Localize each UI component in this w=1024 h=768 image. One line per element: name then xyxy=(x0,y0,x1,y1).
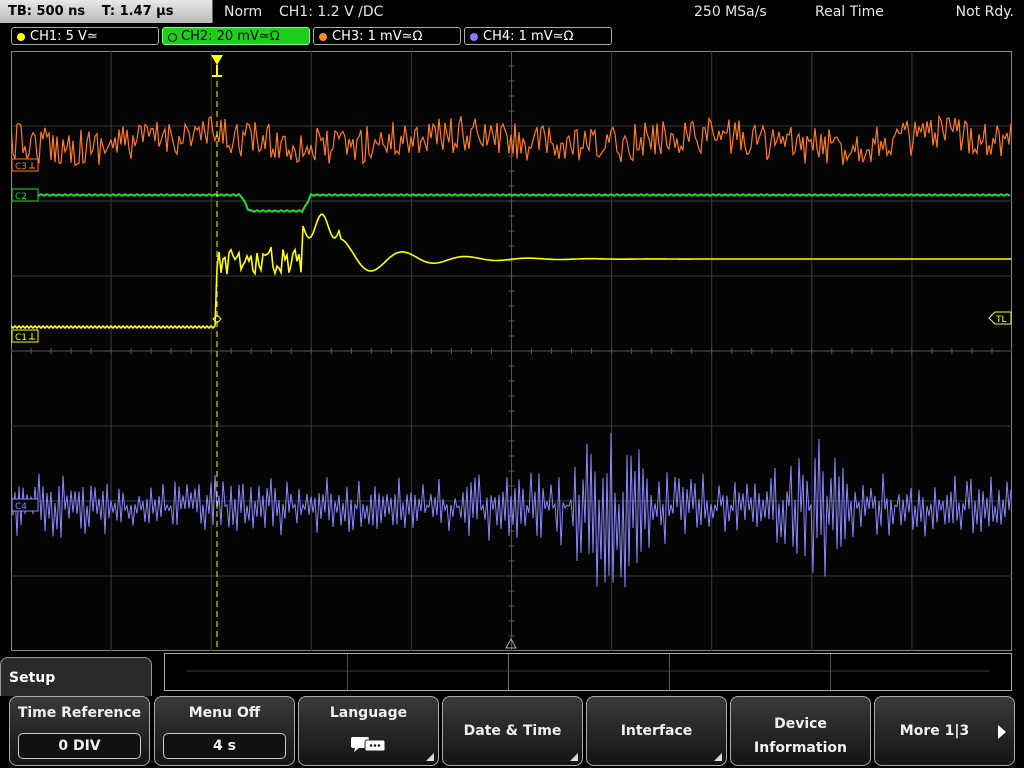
tab-ch4[interactable]: CH4: 1 mV≃Ω xyxy=(464,27,612,45)
date-time-label: Date & Time xyxy=(463,723,562,739)
ch3-color-dot xyxy=(319,33,327,41)
interface-label: Interface xyxy=(620,723,693,739)
more-pages-label: More 1|3 xyxy=(899,723,970,739)
setup-menu-title: Setup xyxy=(0,657,152,697)
trigger-level-label: TL xyxy=(995,315,1007,325)
trigger-time-value: T: 1.47 µs xyxy=(101,4,174,19)
menu-off-button[interactable]: Menu Off 4 s xyxy=(154,696,295,766)
trigger-source[interactable]: CH1: 1.2 V ∕DC xyxy=(279,0,383,24)
trigger-mode[interactable]: Norm xyxy=(224,0,262,24)
submenu-corner-icon xyxy=(570,753,578,761)
tab-ch3[interactable]: CH3: 1 mV≃Ω xyxy=(313,27,461,45)
softkey-bar: Time Reference 0 DIV Menu Off 4 s Langua… xyxy=(0,696,1024,768)
time-reference-label: Time Reference xyxy=(17,705,142,721)
ready-status: Not Rdy. xyxy=(955,4,1014,20)
ch4-color-dot xyxy=(470,33,478,41)
speech-bubbles-icon xyxy=(350,737,385,752)
time-reference-value: 0 DIV xyxy=(18,733,141,759)
language-button[interactable]: Language xyxy=(298,696,439,766)
device-information-button[interactable]: Device Information xyxy=(730,696,871,766)
ch4-offset-marker[interactable]: C4 xyxy=(11,498,39,512)
tab-ch1[interactable]: CH1: 5 V≃ xyxy=(11,27,159,45)
tab-ch1-label: CH1: 5 V≃ xyxy=(30,29,98,44)
sample-rate: 250 MSa/s xyxy=(694,4,767,20)
next-page-arrow-icon xyxy=(998,725,1006,739)
ch4-marker-label: C4 xyxy=(15,502,27,512)
ch1-color-dot xyxy=(17,33,25,41)
menu-off-label: Menu Off xyxy=(188,705,261,721)
more-pages-button[interactable]: More 1|3 xyxy=(874,696,1015,766)
language-label: Language xyxy=(329,705,408,721)
ch1-offset-marker[interactable]: C1 xyxy=(11,329,39,343)
device-information-label-line1: Device xyxy=(774,716,827,732)
interface-button[interactable]: Interface xyxy=(586,696,727,766)
tab-ch2-label: CH2: 20 mV≃Ω xyxy=(181,29,280,44)
date-time-button[interactable]: Date & Time xyxy=(442,696,583,766)
acquisition-mode: Real Time xyxy=(815,4,884,20)
time-reference-button[interactable]: Time Reference 0 DIV xyxy=(9,696,150,766)
ch3-offset-marker[interactable]: C3 xyxy=(11,158,39,172)
channel-tabs: CH1: 5 V≃ CH2: 20 mV≃Ω CH3: 1 mV≃Ω CH4: … xyxy=(0,25,1024,49)
tab-ch2[interactable]: CH2: 20 mV≃Ω xyxy=(162,27,310,45)
timebase-readout[interactable]: TB: 500 ns T: 1.47 µs xyxy=(0,0,213,23)
submenu-corner-icon xyxy=(426,753,434,761)
status-bar: TB: 500 ns T: 1.47 µs Norm CH1: 1.2 V ∕D… xyxy=(0,0,1024,24)
ch2-color-dot xyxy=(168,33,177,42)
waveform-display[interactable]: C3 C2 C1 C4 TL xyxy=(11,51,1012,651)
menu-off-value: 4 s xyxy=(163,733,286,759)
ch1-marker-label: C1 xyxy=(15,333,27,343)
tab-ch4-label: CH4: 1 mV≃Ω xyxy=(483,29,574,44)
timebase-value: TB: 500 ns xyxy=(8,4,86,19)
ch2-marker-label: C2 xyxy=(15,192,27,202)
tab-ch3-label: CH3: 1 mV≃Ω xyxy=(332,29,423,44)
ch3-marker-label: C3 xyxy=(15,162,27,172)
device-information-label-line2: Information xyxy=(754,740,847,756)
zoom-overview-strip[interactable] xyxy=(164,653,1012,691)
ch2-offset-marker[interactable]: C2 xyxy=(11,188,39,202)
submenu-corner-icon xyxy=(714,753,722,761)
